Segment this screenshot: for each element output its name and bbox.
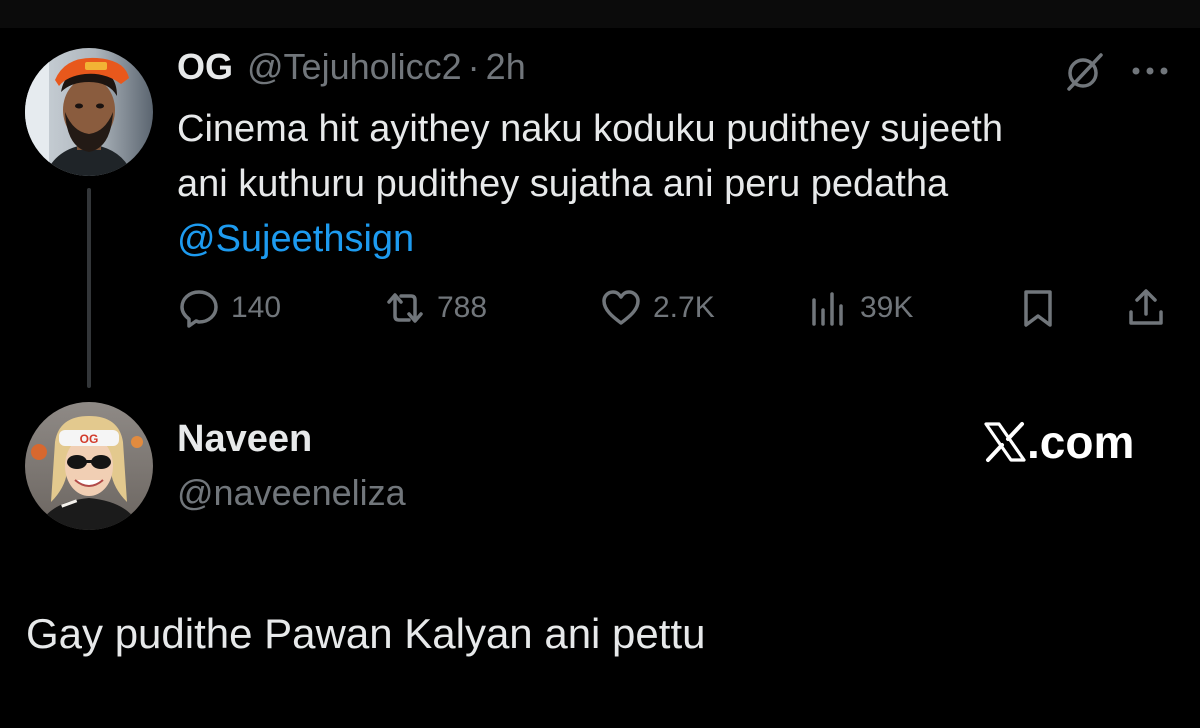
reply-count: 140 <box>231 291 282 324</box>
repost-count: 788 <box>437 291 488 324</box>
share-upload-icon <box>1124 286 1168 330</box>
repost-arrows-icon <box>383 286 427 330</box>
brand-domain-text: .com <box>1027 416 1135 468</box>
views-count: 39K <box>860 291 914 324</box>
tweet-header: OG @Tejuholicc2 · 2h <box>177 42 526 92</box>
heart-icon <box>599 286 643 330</box>
views-button[interactable]: 39K <box>806 280 913 336</box>
reply-author-handle[interactable]: @naveeneliza <box>177 472 406 514</box>
svg-text:OG: OG <box>80 432 99 446</box>
brand-watermark: .com <box>983 414 1134 470</box>
top-strip <box>0 0 1200 28</box>
views-bars-icon <box>806 286 850 330</box>
tweet-text-line: Cinema hit ayithey naku koduku pudithey … <box>177 108 1003 150</box>
reply-author-name[interactable]: Naveen <box>177 418 312 461</box>
bookmark-icon <box>1016 286 1060 330</box>
x-logo-icon <box>983 420 1027 464</box>
share-button[interactable] <box>1124 280 1168 336</box>
author-handle[interactable]: @Tejuholicc2 <box>247 46 462 88</box>
repost-button[interactable]: 788 <box>383 280 487 336</box>
header-separator: · <box>467 46 480 87</box>
mention-link[interactable]: @Sujeethsign <box>177 218 414 260</box>
reply-body: Gay pudithe Pawan Kalyan ani pettu <box>26 610 706 657</box>
author-display-name[interactable]: OG <box>177 46 233 88</box>
tweet-text-line: ani kuthuru pudithey sujatha ani peru pe… <box>177 163 949 205</box>
more-dots-icon[interactable] <box>1128 60 1172 82</box>
bookmark-button[interactable] <box>1016 280 1060 336</box>
tweet-timestamp[interactable]: 2h <box>486 46 526 88</box>
reply-author-avatar[interactable]: OG <box>25 402 153 530</box>
reply-bubble-icon <box>177 286 221 330</box>
reply-button[interactable]: 140 <box>177 280 281 336</box>
tweet-body: Cinema hit ayithey naku koduku pudithey … <box>177 102 1177 267</box>
tweet-action-bar: 140 788 2.7K 39K <box>0 280 1200 336</box>
like-button[interactable]: 2.7K <box>599 280 715 336</box>
like-count: 2.7K <box>653 291 715 324</box>
grok-slash-icon[interactable] <box>1063 49 1107 93</box>
author-avatar[interactable] <box>25 48 153 176</box>
